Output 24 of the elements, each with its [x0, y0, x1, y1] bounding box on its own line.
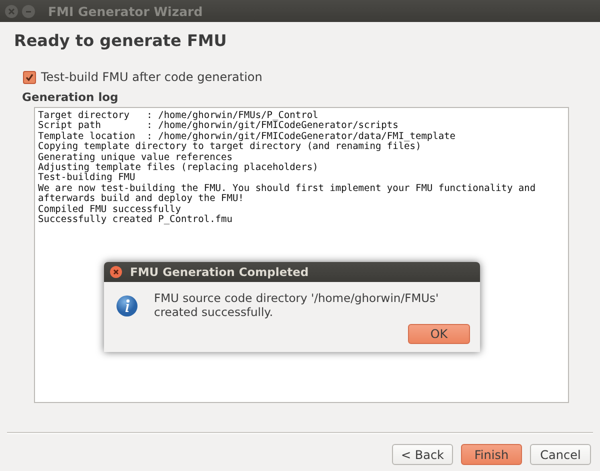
window-title: FMI Generator Wizard: [48, 4, 203, 18]
log-line: Copying template directory to target directory (and renaming files): [38, 142, 422, 152]
log-line: Generating unique value references: [38, 152, 232, 163]
ok-button[interactable]: OK: [408, 324, 470, 344]
wizard-button[interactable]: Finish: [461, 444, 522, 465]
log-label: Generation log: [22, 90, 120, 104]
wizard-button[interactable]: < Back: [392, 444, 453, 465]
wizard-button[interactable]: Cancel: [530, 444, 591, 465]
log-line: afterwards build and deploy the FMU!: [38, 194, 244, 204]
page-heading: Ready to generate FMU: [14, 31, 228, 50]
log-line: Compiled FMU successfully: [38, 204, 181, 215]
info-icon: [116, 295, 138, 317]
log-line: Script path : /home/ghorwin/git/FMICodeGenerator/scripts: [38, 121, 398, 132]
log-line: Test-building FMU: [38, 173, 136, 184]
checkbox[interactable]: [23, 70, 36, 84]
log-line: Template location : /home/ghorwin/git/FMICodeGenerator/data/FMI_template: [38, 132, 456, 142]
log-line: Target directory : /home/ghorwin/FMUs/P_Control: [38, 111, 318, 121]
log-line: Adjusting template files (replacing placeholders): [38, 163, 318, 174]
log-line: Successfully created P_Control.fmu: [38, 215, 232, 226]
log-line: We are now test-building the FMU. You should first implement your FMU functionality and: [38, 184, 536, 194]
checkbox-label[interactable]: Test-build FMU after code generation: [41, 70, 262, 84]
dialog-title: FMU Generation Completed: [130, 265, 309, 279]
close-icon[interactable]: [110, 266, 122, 278]
dialog-message: FMU source code directory '/home/ghorwin/FMUs' created successfully.: [154, 291, 440, 319]
